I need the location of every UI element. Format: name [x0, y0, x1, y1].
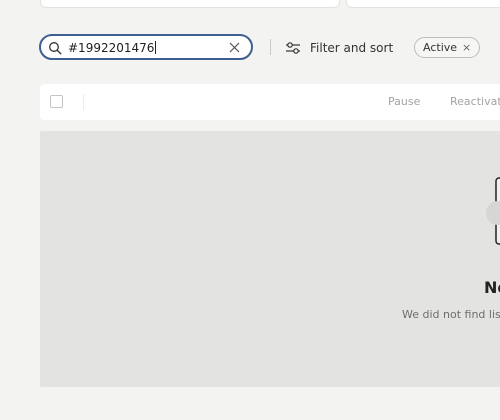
- pause-button[interactable]: Pause: [388, 95, 420, 108]
- top-card-right: [346, 0, 500, 8]
- sliders-icon: [286, 42, 300, 54]
- chip-remove-icon[interactable]: ×: [462, 42, 471, 53]
- top-card-left: [40, 0, 340, 8]
- empty-state-description: We did not find listi: [402, 308, 500, 321]
- empty-state-title: No: [484, 278, 500, 297]
- reactivate-button[interactable]: Reactivate: [450, 95, 500, 108]
- select-all-checkbox[interactable]: [50, 95, 63, 108]
- bulk-bar-divider: [83, 94, 84, 110]
- filter-and-sort-label: Filter and sort: [310, 41, 394, 55]
- search-icon: [49, 42, 62, 55]
- search-input[interactable]: #1992201476: [39, 34, 253, 60]
- search-value: #1992201476: [68, 41, 157, 55]
- filter-and-sort-button[interactable]: Filter and sort: [285, 38, 393, 58]
- toolbar-divider: [270, 39, 271, 55]
- active-filter-label: Active: [423, 41, 458, 54]
- text-caret: [155, 41, 157, 54]
- active-filter-chip[interactable]: Active ×: [414, 37, 481, 58]
- close-icon[interactable]: [228, 41, 241, 54]
- empty-listing-illustration: [486, 177, 500, 245]
- bulk-action-bar: Pause Reactivate: [40, 84, 500, 120]
- empty-state-panel: No We did not find listi: [40, 131, 500, 387]
